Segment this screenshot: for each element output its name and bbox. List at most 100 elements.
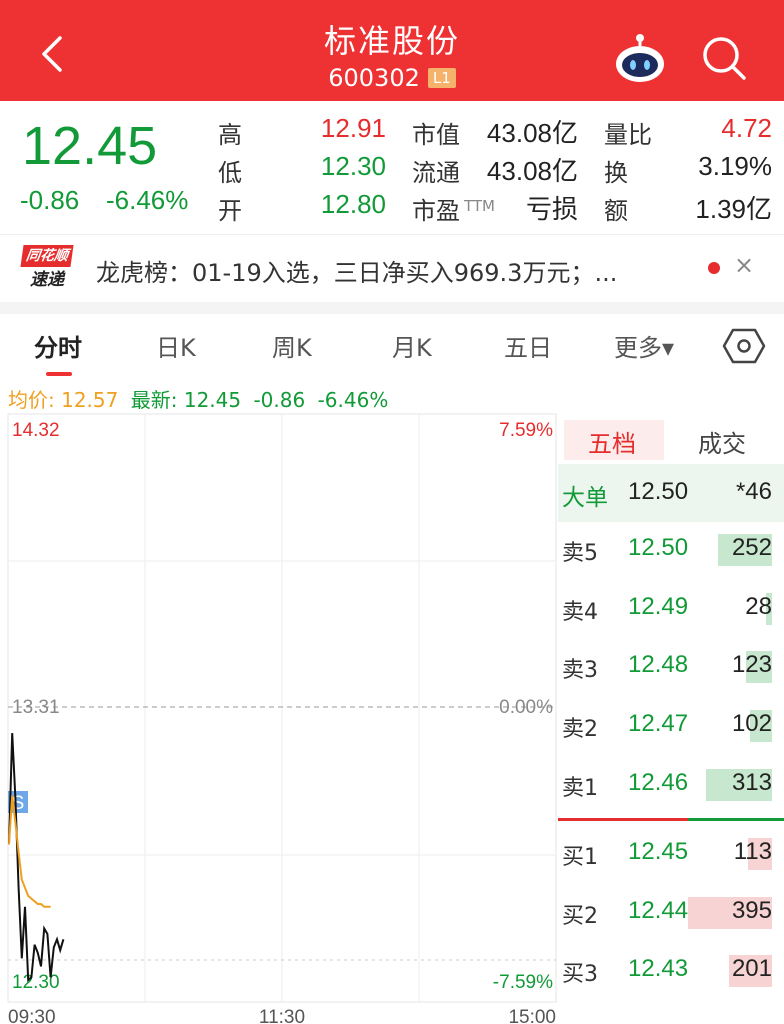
y-tick-label: 14.32 xyxy=(12,420,60,441)
price-change: -0.86 xyxy=(20,185,80,215)
buy-row[interactable]: 买2 12.44 395 xyxy=(558,885,784,943)
big-order-volume: *46 xyxy=(735,478,772,505)
sell-level-label: 卖4 xyxy=(562,599,598,625)
tab-daily-k[interactable]: 日K xyxy=(156,328,196,363)
x-tick-label: 09:30 xyxy=(8,1007,56,1024)
y-right-tick-label: 0.00% xyxy=(499,697,553,718)
avg-price-value: 12.57 xyxy=(61,388,119,412)
big-order-price: 12.50 xyxy=(628,478,689,505)
volume-ratio-value: 4.72 xyxy=(721,113,772,143)
sell-level-price: 12.47 xyxy=(628,710,689,738)
chart-tabs: 分时 日K 周K 月K 五日 更多▾ xyxy=(0,314,784,384)
buy-row[interactable]: 买1 12.45 113 xyxy=(558,826,784,884)
tab-weekly-k[interactable]: 周K xyxy=(272,328,312,363)
sell-level-label: 卖1 xyxy=(562,775,598,801)
quote-panel: 12.45 -0.86 -6.46% 高 12.91 低 12.30 开 12.… xyxy=(0,101,784,234)
sell-level-label: 卖5 xyxy=(562,541,598,566)
amount-label: 额 xyxy=(604,197,628,225)
low-value: 12.30 xyxy=(320,151,386,181)
app-header: 标准股份 600302 L1 xyxy=(0,0,784,101)
sell-level-price: 12.49 xyxy=(628,592,689,620)
logo-top: 同花顺 xyxy=(20,245,74,267)
pe-label-text: 市盈 xyxy=(412,197,460,225)
news-ticker[interactable]: 同花顺 速递 龙虎榜：01-19入选，三日净买入969.3万元；... × xyxy=(0,234,784,302)
x-tick-label: 11:30 xyxy=(259,1007,305,1024)
y-tick-label: 13.31 xyxy=(12,697,60,718)
buy-level-volume: 395 xyxy=(731,896,772,924)
book-divider-red xyxy=(558,818,688,821)
turnover-label: 换 xyxy=(604,159,628,187)
y-right-tick-label: 7.59% xyxy=(499,420,553,441)
order-book-panel: 五档 成交 大单 12.50 *46 卖5 12.50 252 卖4 12.49 28 卖3… xyxy=(558,414,784,1024)
latest-change: -0.86 xyxy=(253,388,306,412)
float-label: 流通 xyxy=(412,159,460,187)
y-right-tick-label: -7.59% xyxy=(493,972,553,993)
search-button[interactable] xyxy=(698,32,750,84)
book-divider-green xyxy=(688,818,784,821)
sell-level-price: 12.48 xyxy=(628,651,689,679)
buy-level-label: 买1 xyxy=(562,845,598,870)
low-label: 低 xyxy=(218,159,242,187)
tab-trades[interactable]: 成交 xyxy=(698,424,746,459)
open-value: 12.80 xyxy=(320,189,386,219)
sell-row[interactable]: 卖1 12.46 313 xyxy=(558,757,784,815)
sell-row[interactable]: 卖3 12.48 123 xyxy=(558,639,784,697)
buy-level-price: 12.43 xyxy=(628,955,689,983)
buy-level-label: 买2 xyxy=(562,903,598,929)
buy-level-label: 买3 xyxy=(562,962,598,988)
buy-level-price: 12.45 xyxy=(628,838,689,865)
volume-ratio-label: 量比 xyxy=(604,121,652,149)
x-tick-label: 15:00 xyxy=(508,1007,556,1024)
open-label: 开 xyxy=(218,197,242,225)
sell-level-price: 12.46 xyxy=(628,768,689,796)
sell-level-volume: 313 xyxy=(731,768,772,796)
buy-level-price: 12.44 xyxy=(628,896,689,924)
intraday-summary: 均价: 12.57 最新: 12.45 -0.86 -6.46% xyxy=(8,384,388,413)
robot-assistant-icon[interactable] xyxy=(612,32,668,88)
sell-row[interactable]: 卖4 12.49 28 xyxy=(558,581,784,639)
high-value: 12.91 xyxy=(320,113,386,143)
sell-level-price: 12.50 xyxy=(628,534,689,561)
tab-monthly-k[interactable]: 月K xyxy=(392,328,432,363)
buy-row[interactable]: 买3 12.43 201 xyxy=(558,943,784,1001)
pe-ttm-suffix: TTM xyxy=(464,197,496,215)
mcap-label: 市值 xyxy=(412,121,460,149)
tab-five-day[interactable]: 五日 xyxy=(504,328,552,363)
latest-label: 最新: xyxy=(130,388,178,412)
tonghuashun-logo: 同花顺 速递 xyxy=(20,245,74,293)
avg-price-label: 均价: xyxy=(8,388,55,412)
price-line xyxy=(8,733,65,983)
news-headline[interactable]: 龙虎榜：01-19入选，三日净买入969.3万元；... xyxy=(96,253,686,288)
pe-label: 市盈 TTM xyxy=(412,191,495,226)
price-change-percent: -6.46% xyxy=(106,185,189,215)
sell-level-volume: 252 xyxy=(731,534,772,561)
logo-bottom: 速递 xyxy=(30,270,64,290)
level-badge: L1 xyxy=(427,68,456,88)
sell-row[interactable]: 卖5 12.50 252 xyxy=(558,522,784,580)
pe-value: 亏损 xyxy=(525,194,578,224)
big-order-label: 大单 xyxy=(562,485,608,511)
buy-level-volume: 201 xyxy=(731,955,772,983)
sell-level-label: 卖2 xyxy=(562,717,598,743)
close-news-button[interactable]: × xyxy=(734,251,754,279)
latest-value: 12.45 xyxy=(183,388,242,412)
sell-row[interactable]: 卖2 12.47 102 xyxy=(558,698,784,756)
unread-dot xyxy=(708,262,720,274)
settings-hexagon-icon[interactable] xyxy=(722,326,766,366)
tab-more[interactable]: 更多▾ xyxy=(614,328,674,363)
float-value: 43.08亿 xyxy=(486,156,578,186)
big-order-row: 大单 12.50 *46 xyxy=(558,464,784,522)
sell-level-volume: 123 xyxy=(731,651,772,679)
mcap-value: 43.08亿 xyxy=(486,118,578,148)
intraday-chart[interactable]: 14.32 13.31 12.30 7.59% 0.00% -7.59% 09:30 11:3… xyxy=(0,412,560,1024)
buy-level-volume: 113 xyxy=(733,838,772,865)
sell-level-volume: 28 xyxy=(745,592,772,620)
tab-intraday[interactable]: 分时 xyxy=(34,328,82,363)
sell-level-volume: 102 xyxy=(731,710,772,738)
tab-active-indicator xyxy=(46,372,72,376)
high-label: 高 xyxy=(218,121,242,149)
y-tick-label: 12.30 xyxy=(12,972,60,993)
current-price: 12.45 xyxy=(22,116,158,176)
tab-five-level[interactable]: 五档 xyxy=(588,424,636,459)
latest-change-percent: -6.46% xyxy=(317,388,389,412)
